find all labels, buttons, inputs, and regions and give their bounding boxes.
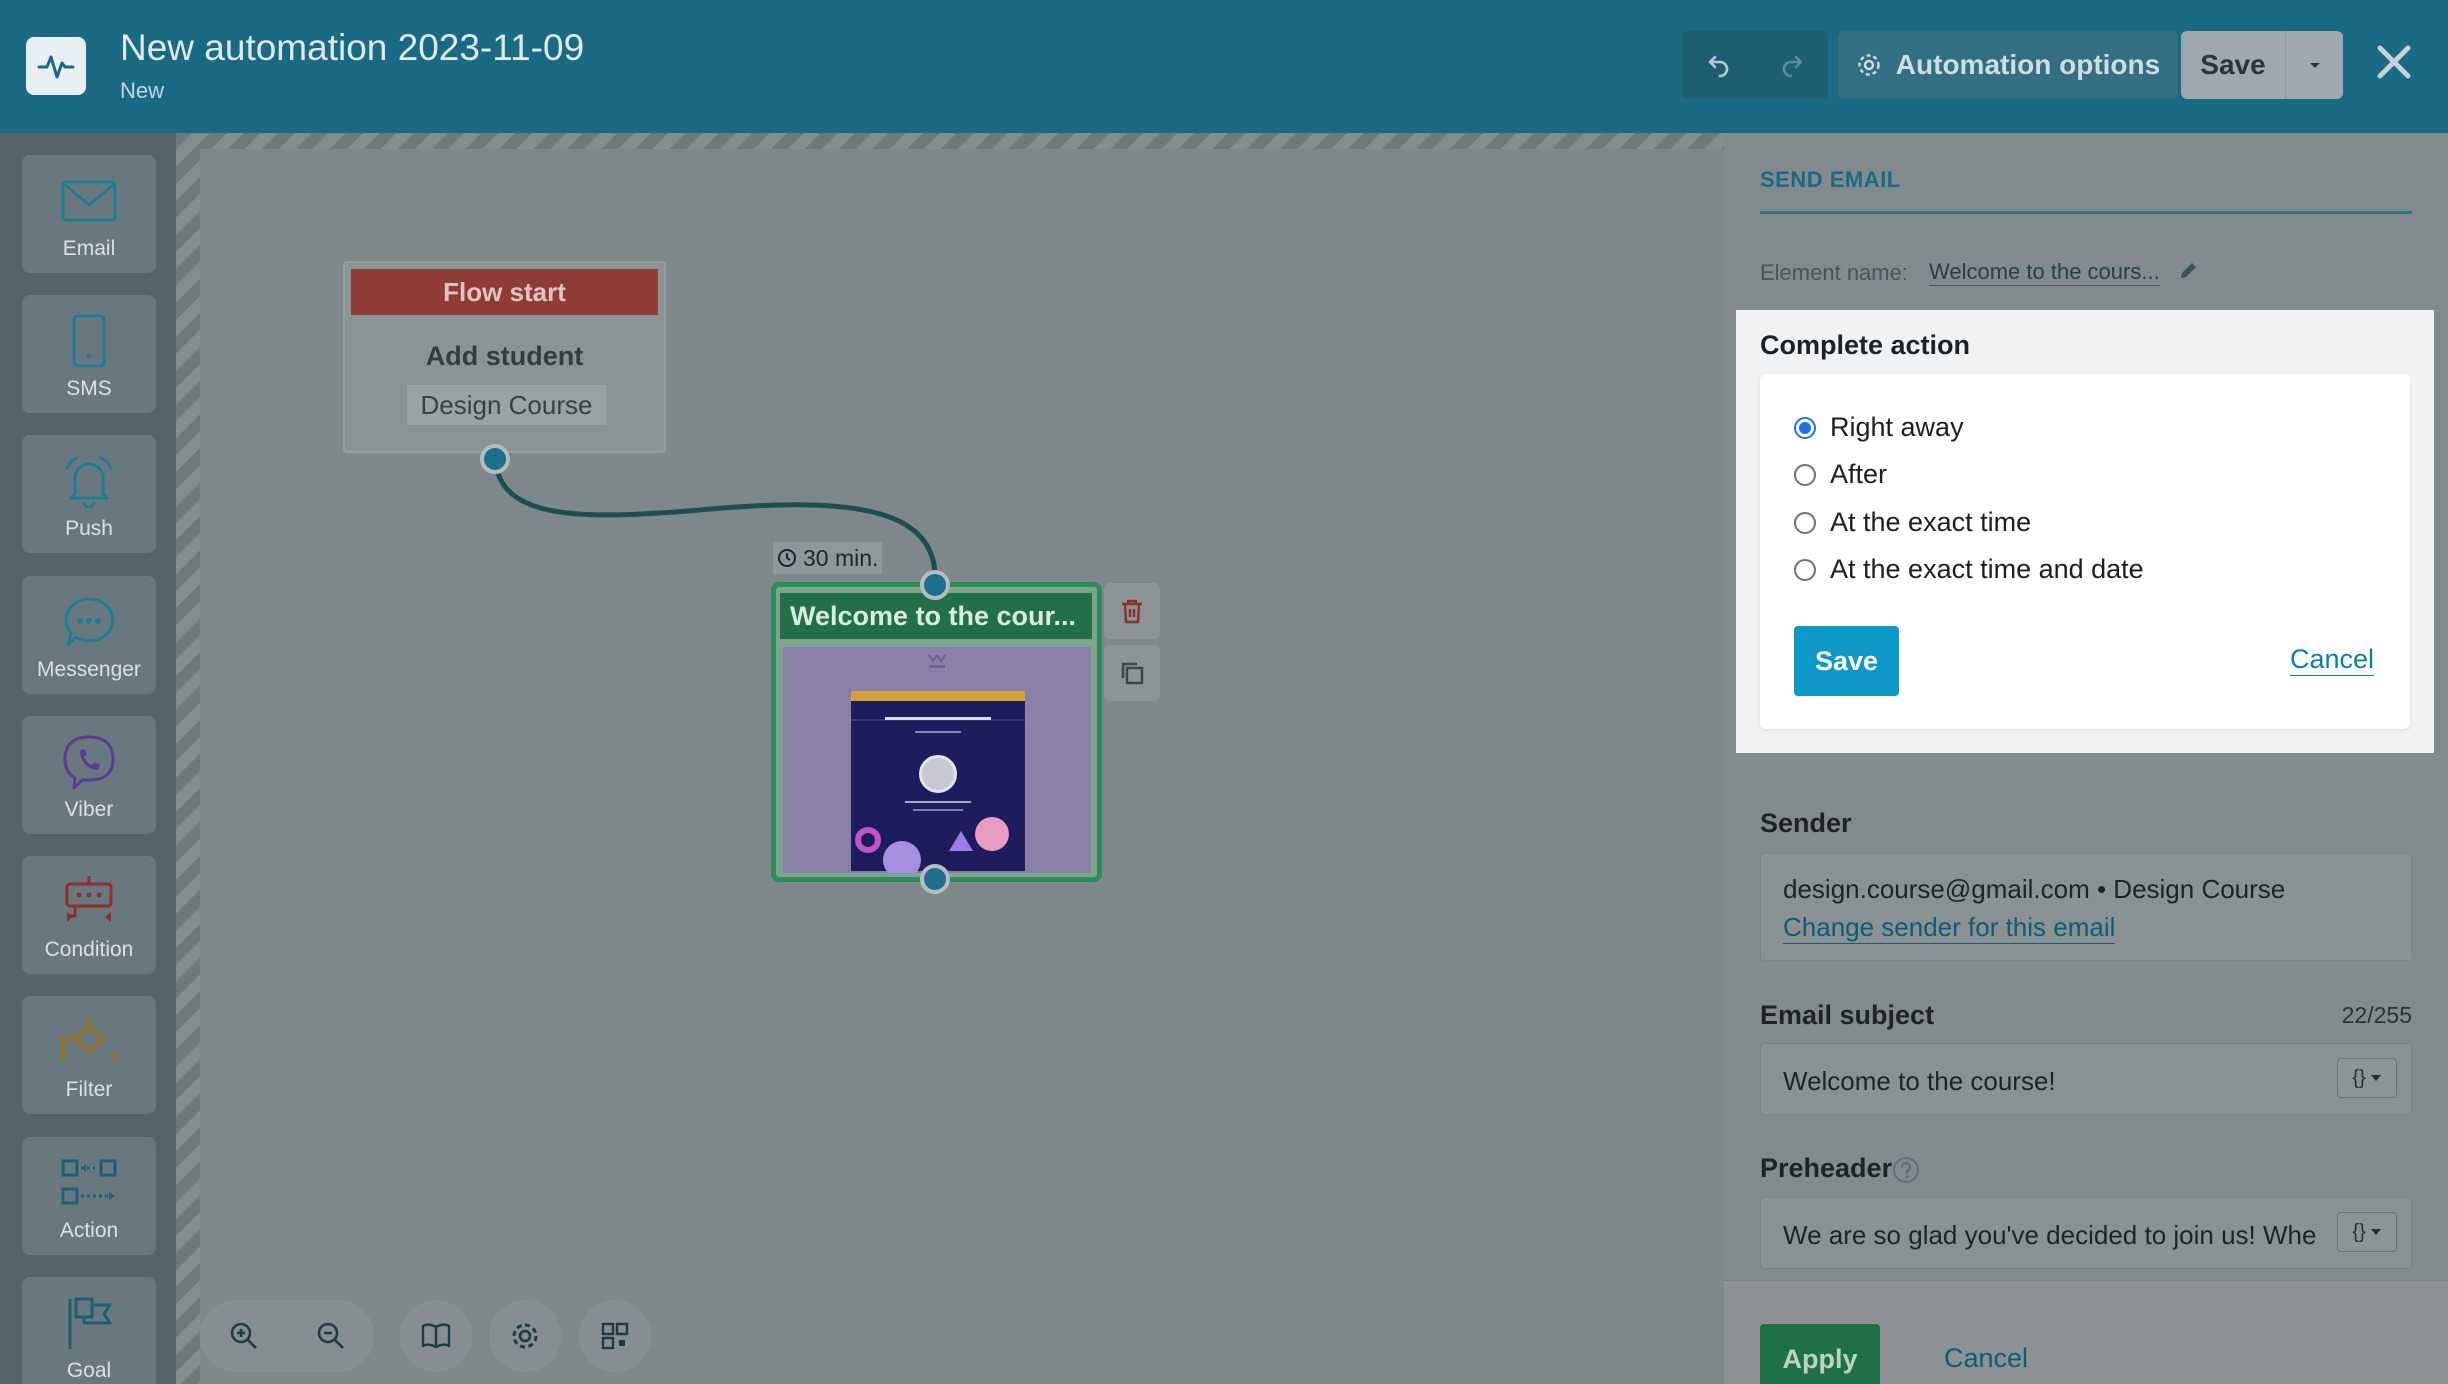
option-exact-time-date[interactable]: At the exact time and date bbox=[1794, 554, 2144, 585]
complete-action-card: Right away After At the exact time At th… bbox=[1760, 374, 2410, 729]
pencil-icon[interactable] bbox=[2178, 261, 2198, 281]
email-subject-label: Email subject bbox=[1760, 1000, 1935, 1030]
braces-icon: {} bbox=[2352, 1220, 2366, 1243]
apply-button[interactable]: Apply bbox=[1760, 1324, 1880, 1384]
radio-after[interactable] bbox=[1794, 463, 1816, 486]
delay-label: 30 min. bbox=[803, 544, 879, 571]
email-node[interactable]: Welcome to the cour... bbox=[771, 582, 1102, 882]
complete-action-section: Complete action Right away After At the … bbox=[1736, 310, 2434, 753]
delete-node-button[interactable] bbox=[1104, 583, 1160, 639]
flow-start-action: Add student bbox=[425, 341, 584, 371]
preheader-input[interactable]: We are so glad you've decided to join us… bbox=[1760, 1197, 2412, 1269]
trash-icon bbox=[1122, 599, 1142, 624]
chevron-down-icon bbox=[2370, 1229, 2381, 1235]
subject-char-count: 22/255 bbox=[2341, 1002, 2412, 1028]
option-exact-time[interactable]: At the exact time bbox=[1794, 507, 2031, 538]
element-name-value[interactable]: Welcome to the cours... bbox=[1929, 259, 2160, 286]
preheader-value: We are so glad you've decided to join us… bbox=[1783, 1220, 2317, 1250]
help-icon[interactable] bbox=[1892, 1156, 1920, 1184]
radio-exact-time-date[interactable] bbox=[1794, 558, 1816, 581]
sender-value: design.course@gmail.com • Design Course bbox=[1783, 874, 2286, 904]
copy-icon bbox=[1121, 662, 1144, 685]
panel-footer: Apply Cancel bbox=[1724, 1280, 2448, 1384]
email-node-output-handle[interactable] bbox=[920, 864, 950, 894]
email-node-input-handle[interactable] bbox=[920, 570, 950, 600]
book-icon bbox=[421, 1323, 451, 1349]
option-after[interactable]: After bbox=[1794, 459, 1887, 490]
change-sender-link[interactable]: Change sender for this email bbox=[1783, 912, 2116, 944]
sender-box: design.course@gmail.com • Design Course … bbox=[1760, 853, 2412, 961]
braces-icon: {} bbox=[2352, 1066, 2366, 1089]
complete-action-title: Complete action bbox=[1760, 330, 1971, 360]
option-exact-time-date-label: At the exact time and date bbox=[1830, 554, 2144, 584]
option-right-away-label: Right away bbox=[1830, 412, 1964, 442]
flow-start-header: Flow start bbox=[351, 269, 658, 315]
flow-start-course-chip: Design Course bbox=[407, 385, 606, 425]
zoom-out-button[interactable] bbox=[287, 1300, 374, 1372]
radio-exact-time[interactable] bbox=[1794, 511, 1816, 534]
duplicate-node-button[interactable] bbox=[1104, 645, 1160, 701]
minimap-button[interactable] bbox=[579, 1300, 651, 1372]
gear-icon bbox=[512, 1323, 538, 1349]
zoom-in-icon bbox=[230, 1322, 257, 1349]
canvas-settings-button[interactable] bbox=[489, 1300, 561, 1372]
element-name-label: Element name: bbox=[1760, 260, 1908, 285]
complete-action-save-button[interactable]: Save bbox=[1794, 626, 1899, 696]
option-right-away[interactable]: Right away bbox=[1794, 412, 1964, 443]
preheader-variables-button[interactable]: {} bbox=[2337, 1212, 2397, 1252]
guide-button[interactable] bbox=[400, 1300, 472, 1372]
zoom-controls bbox=[200, 1300, 374, 1372]
chevron-down-icon bbox=[2370, 1075, 2381, 1081]
email-preview-thumbnail bbox=[783, 647, 1091, 873]
radio-right-away[interactable] bbox=[1794, 416, 1816, 439]
option-after-label: After bbox=[1830, 459, 1888, 489]
panel-cancel-button[interactable]: Cancel bbox=[1944, 1343, 2028, 1374]
clock-icon bbox=[778, 549, 796, 567]
email-subject-input[interactable]: Welcome to the course! {} bbox=[1760, 1043, 2412, 1115]
grid-layout-icon bbox=[601, 1322, 629, 1350]
tab-underline bbox=[1760, 211, 2412, 214]
flow-start-node[interactable]: Flow start Add student Design Course bbox=[343, 261, 666, 453]
tab-send-email[interactable]: SEND EMAIL bbox=[1760, 167, 1901, 193]
complete-action-cancel-button[interactable]: Cancel bbox=[2289, 644, 2374, 676]
sender-label: Sender bbox=[1760, 808, 1852, 838]
option-exact-time-label: At the exact time bbox=[1830, 507, 2032, 537]
zoom-in-button[interactable] bbox=[200, 1300, 287, 1372]
flow-start-output-handle[interactable] bbox=[480, 444, 510, 474]
email-subject-value: Welcome to the course! bbox=[1783, 1066, 2056, 1096]
preheader-label: Preheader bbox=[1760, 1153, 1893, 1183]
zoom-out-icon bbox=[317, 1322, 344, 1349]
subject-variables-button[interactable]: {} bbox=[2337, 1058, 2397, 1098]
delay-badge[interactable]: 30 min. bbox=[773, 542, 883, 574]
